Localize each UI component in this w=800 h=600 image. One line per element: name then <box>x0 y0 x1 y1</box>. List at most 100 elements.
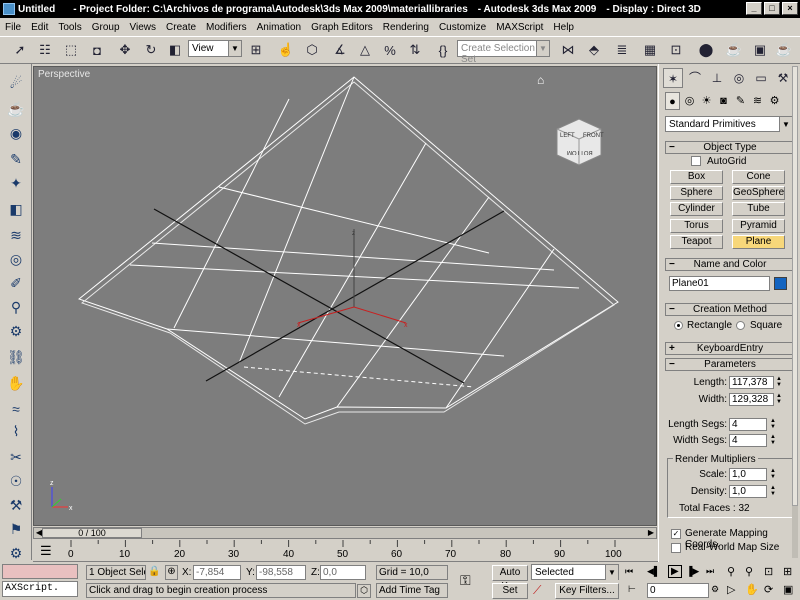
cloth-icon[interactable]: ✂ <box>5 446 27 468</box>
link-icon[interactable]: ⛓ <box>5 346 27 368</box>
field-of-view-icon[interactable]: ▷ <box>727 583 735 596</box>
menu-file[interactable]: File <box>0 22 26 33</box>
lock-icon[interactable]: 🔒 <box>148 566 160 577</box>
keyboard-shortcut-icon[interactable]: ⬡ <box>302 40 322 60</box>
zoom-all-icon[interactable]: ⚲ <box>745 565 753 578</box>
curve-editor-icon[interactable]: ▦ <box>640 40 660 60</box>
mini-curve-editor-icon[interactable]: ☰ <box>40 543 52 559</box>
prev-frame-icon[interactable]: ◀▌ <box>647 566 660 577</box>
x-coordinate-field[interactable]: -7,854 <box>193 565 241 580</box>
sphere-button[interactable]: Sphere <box>670 186 723 200</box>
spinner-arrows-icon[interactable]: ▲ ▼ <box>769 434 777 447</box>
time-slider-thumb[interactable]: 0 / 100 <box>42 528 142 538</box>
spinner-arrows-icon[interactable]: ▲ ▼ <box>775 393 783 406</box>
geosphere-button[interactable]: GeoSphere <box>732 186 785 200</box>
parameters-rollout[interactable]: − Parameters <box>665 358 795 371</box>
rectangle-radio[interactable] <box>674 321 683 330</box>
zoom-extents-icon[interactable]: ⊡ <box>764 565 773 578</box>
edit-named-selection-icon[interactable]: {} <box>433 40 453 60</box>
keyboard-entry-rollout[interactable]: + KeyboardEntry <box>665 342 795 355</box>
scale-spinner[interactable]: 1,0 <box>729 468 767 481</box>
time-config-icon[interactable]: ⚙ <box>711 584 719 595</box>
cameras-icon[interactable]: ◙ <box>716 92 731 110</box>
menu-maxscript[interactable]: MAXScript <box>491 22 548 33</box>
goto-end-icon[interactable]: ⏭ <box>706 566 714 577</box>
close-button[interactable]: × <box>782 2 798 15</box>
key-mode-dropdown[interactable]: Selected ▼ <box>531 564 619 580</box>
menu-tools[interactable]: Tools <box>53 22 86 33</box>
home-icon[interactable]: ⌂ <box>537 73 544 87</box>
primitive-category-dropdown[interactable]: Standard Primitives ▼ <box>665 116 793 132</box>
perspective-viewport[interactable]: z x x z x Perspective ⌂ LEFT FRONT BOTTO… <box>33 66 657 526</box>
length-spinner[interactable]: 117,378 <box>729 376 774 389</box>
waves-icon[interactable]: ≈ <box>5 398 27 420</box>
command-panel-scrollbar[interactable] <box>792 66 798 558</box>
scale-icon[interactable]: ◧ <box>165 40 185 60</box>
width-spinner[interactable]: 129,328 <box>729 393 774 406</box>
display-tab-icon[interactable]: ▭ <box>751 68 771 88</box>
y-coordinate-field[interactable]: -98,558 <box>256 565 306 580</box>
viewport-label[interactable]: Perspective <box>38 69 90 80</box>
key-icon[interactable]: ⚿ <box>460 572 471 589</box>
schematic-view-icon[interactable]: ⊡ <box>666 40 686 60</box>
tube-button[interactable]: Tube <box>732 202 785 216</box>
spinner-arrows-icon[interactable]: ▲ ▼ <box>775 376 783 389</box>
maxscript-listener-pink[interactable] <box>2 564 78 579</box>
angle-snap-icon[interactable]: △ <box>355 40 375 60</box>
utilities-tab-icon[interactable]: ⚒ <box>773 68 793 88</box>
menu-help[interactable]: Help <box>548 22 579 33</box>
pan-icon[interactable]: ✋ <box>745 583 759 596</box>
menu-create[interactable]: Create <box>161 22 201 33</box>
real-world-map-checkbox[interactable] <box>671 543 681 553</box>
viewcube-front[interactable]: FRONT <box>583 133 604 139</box>
object-name-field[interactable]: Plane01 <box>669 276 770 291</box>
density-spinner[interactable]: 1,0 <box>729 485 767 498</box>
select-object-icon[interactable]: ➚ <box>10 40 30 60</box>
align-icon[interactable]: ⬘ <box>584 40 604 60</box>
auto-key-button[interactable]: Auto Key <box>492 565 528 592</box>
create-tab-icon[interactable]: ✶ <box>663 68 683 88</box>
lights-icon[interactable]: ☀ <box>699 92 714 110</box>
menu-graph-editors[interactable]: Graph Editors <box>306 22 378 33</box>
set-key-icon[interactable]: ⟋ <box>533 583 541 598</box>
viewcube-bottom[interactable]: BOTTOM <box>567 149 593 155</box>
material-editor-icon[interactable]: ⬤ <box>696 40 716 60</box>
time-slider[interactable]: ◀ 0 / 100 ▶ <box>33 527 657 539</box>
menu-rendering[interactable]: Rendering <box>378 22 434 33</box>
menu-customize[interactable]: Customize <box>434 22 491 33</box>
layer-manager-icon[interactable]: ≣ <box>612 40 632 60</box>
teapot-button[interactable]: Teapot <box>670 235 723 249</box>
plane-button[interactable]: Plane <box>732 235 785 249</box>
extras-icon[interactable]: ☄ <box>5 72 27 94</box>
time-tag-icon[interactable]: ⬡ <box>357 584 371 598</box>
square-radio[interactable] <box>736 321 745 330</box>
search-icon[interactable]: ⚲ <box>5 296 27 318</box>
viewcube-left[interactable]: LEFT <box>560 133 575 139</box>
add-time-tag-field[interactable]: Add Time Tag <box>376 583 448 598</box>
scrollbar-thumb[interactable] <box>792 66 798 506</box>
length-segs-spinner[interactable]: 4 <box>729 418 767 431</box>
track-bar[interactable]: 0 10 20 30 40 50 60 70 80 90 100 <box>33 540 660 562</box>
maximize-button[interactable]: □ <box>764 2 780 15</box>
menu-group[interactable]: Group <box>87 22 125 33</box>
window-crossing-icon[interactable]: ◘ <box>87 40 107 60</box>
brush-icon[interactable]: ✐ <box>5 272 27 294</box>
hand-icon[interactable]: ✋ <box>5 372 27 394</box>
app-icon[interactable] <box>3 3 15 15</box>
minimize-button[interactable]: _ <box>746 2 762 15</box>
key-mode-toggle-icon[interactable]: ⊢ <box>628 584 636 595</box>
generate-mapping-checkbox[interactable]: ✓ <box>671 529 681 539</box>
spring-icon[interactable]: ≋ <box>5 224 27 246</box>
width-segs-spinner[interactable]: 4 <box>729 434 767 447</box>
creation-method-rollout[interactable]: − Creation Method <box>665 303 795 316</box>
absolute-mode-icon[interactable]: ⊕ <box>165 565 178 580</box>
wrench-icon[interactable]: ⚒ <box>5 494 27 516</box>
menu-animation[interactable]: Animation <box>252 22 306 33</box>
spinner-arrows-icon[interactable]: ▲ ▼ <box>769 468 777 481</box>
helpers-icon[interactable]: ✎ <box>733 92 748 110</box>
hierarchy-tab-icon[interactable]: ⊥ <box>707 68 727 88</box>
star-icon[interactable]: ✦ <box>5 172 27 194</box>
chevron-right-icon[interactable]: ▶ <box>646 528 656 538</box>
zoom-extents-all-icon[interactable]: ⊞ <box>783 565 792 578</box>
pivot-center-icon[interactable]: ⊞ <box>246 40 266 60</box>
